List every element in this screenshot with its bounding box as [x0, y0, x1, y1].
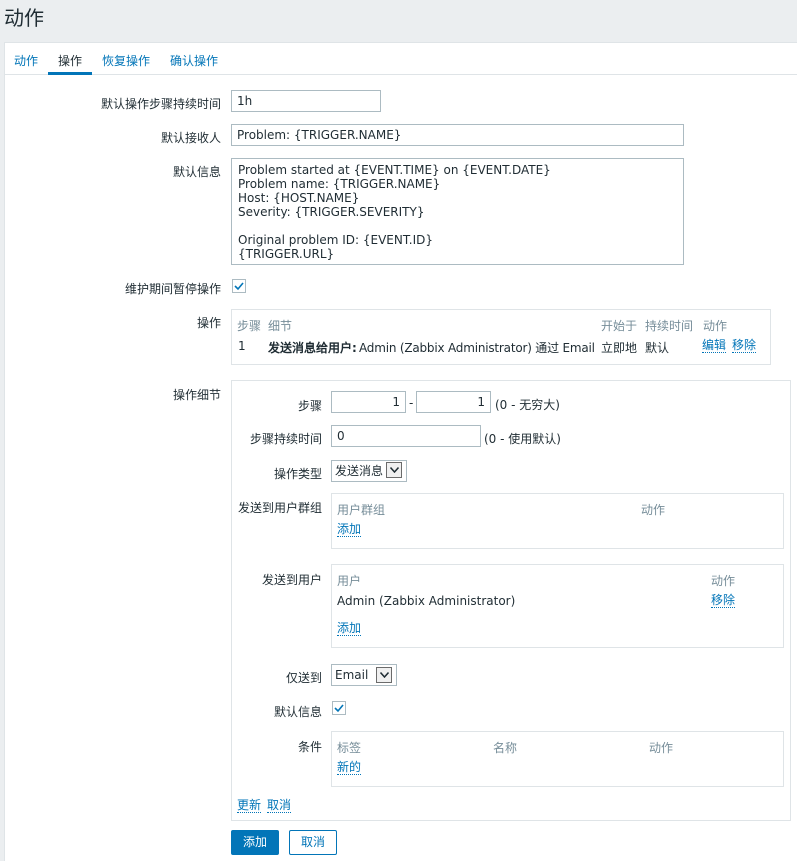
steps-from-input[interactable]: 1 [331, 391, 406, 413]
operation-row-start-in: 立即地 [601, 341, 638, 355]
pause-in-maintenance-checkbox[interactable] [232, 279, 246, 293]
users-header-user: 用户 [337, 574, 362, 588]
operation-details-label: 操作细节 [172, 388, 221, 402]
page-title: 动作 [4, 6, 44, 30]
send-to-groups-label: 发送到用户群组 [237, 501, 322, 515]
add-user-link[interactable]: 添加 [337, 622, 362, 636]
users-header-action: 动作 [711, 574, 736, 588]
operation-row-duration: 默认 [645, 341, 670, 355]
operations-header-action: 动作 [703, 319, 728, 333]
conditions-label: 条件 [297, 740, 322, 754]
operation-type-value: 发送消息 [335, 464, 384, 478]
steps-hint: (0 - 无穷大) [495, 398, 560, 412]
op-default-message-checkbox[interactable] [332, 701, 346, 715]
active-tab-indicator [48, 72, 92, 75]
tab-operations[interactable]: 操作 [58, 52, 82, 69]
default-message-textarea[interactable]: Problem started at {EVENT.TIME} on {EVEN… [231, 158, 684, 265]
tabs-divider [4, 74, 797, 75]
conditions-header-action: 动作 [649, 741, 674, 755]
send-only-to-label: 仅送到 [285, 671, 322, 685]
tab-recovery-operations[interactable]: 恢复操作 [102, 52, 150, 69]
conditions-table [331, 731, 784, 787]
groups-header-group: 用户群组 [337, 503, 386, 517]
cancel-operation-link[interactable]: 取消 [267, 799, 292, 813]
steps-label: 步骤 [297, 399, 322, 413]
send-to-groups-table [331, 493, 784, 549]
operations-header-steps: 步骤 [237, 319, 262, 333]
conditions-header-label: 标签 [337, 741, 362, 755]
tab-acknowledge-operations[interactable]: 确认操作 [170, 52, 218, 69]
conditions-header-name: 名称 [493, 741, 518, 755]
groups-header-action: 动作 [641, 503, 666, 517]
chevron-down-icon-shape [380, 672, 389, 678]
default-subject-input[interactable]: Problem: {TRIGGER.NAME} [231, 124, 684, 146]
user-row-name: Admin (Zabbix Administrator) [337, 594, 516, 608]
step-duration-hint: (0 - 使用默认) [484, 432, 561, 446]
operation-row-details-prefix: 发送消息给用户: [268, 341, 357, 355]
steps-to-input[interactable]: 1 [416, 391, 491, 413]
operation-type-label: 操作类型 [273, 467, 322, 481]
operations-header-start-in: 开始于 [601, 319, 638, 333]
default-subject-label: 默认接收人 [160, 131, 221, 145]
send-only-to-value: Email [335, 668, 369, 682]
chevron-down-icon[interactable] [376, 667, 392, 683]
default-step-duration-label: 默认操作步骤持续时间 [100, 97, 221, 111]
pause-in-maintenance-label: 维护期间暂停操作 [124, 282, 221, 296]
send-to-users-label: 发送到用户 [261, 573, 322, 587]
user-remove-link[interactable]: 移除 [711, 594, 736, 608]
chevron-down-icon-shape [390, 467, 399, 473]
add-button[interactable]: 添加 [231, 830, 279, 855]
operations-header-details: 细节 [268, 319, 293, 333]
new-condition-link[interactable]: 新的 [337, 761, 362, 775]
check-icon [334, 704, 344, 713]
tab-action[interactable]: 动作 [14, 52, 38, 69]
update-operation-link[interactable]: 更新 [237, 799, 262, 813]
operation-edit-link[interactable]: 编辑 [702, 339, 727, 353]
operations-header-duration: 持续时间 [645, 319, 694, 333]
steps-separator: - [409, 396, 414, 410]
operation-row-steps: 1 [238, 339, 246, 353]
check-icon [234, 282, 244, 291]
default-message-label: 默认信息 [172, 165, 221, 179]
chevron-down-icon[interactable] [386, 462, 402, 478]
default-step-duration-input[interactable]: 1h [231, 90, 381, 112]
cancel-button[interactable]: 取消 [289, 830, 337, 855]
op-default-message-label: 默认信息 [273, 705, 322, 719]
step-duration-label: 步骤持续时间 [249, 432, 322, 446]
operations-label: 操作 [196, 316, 221, 330]
add-group-link[interactable]: 添加 [337, 523, 362, 537]
step-duration-input[interactable]: 0 [331, 425, 481, 447]
operation-remove-link[interactable]: 移除 [732, 339, 757, 353]
operation-row-details: Admin (Zabbix Administrator) 通过 Email [359, 341, 595, 355]
